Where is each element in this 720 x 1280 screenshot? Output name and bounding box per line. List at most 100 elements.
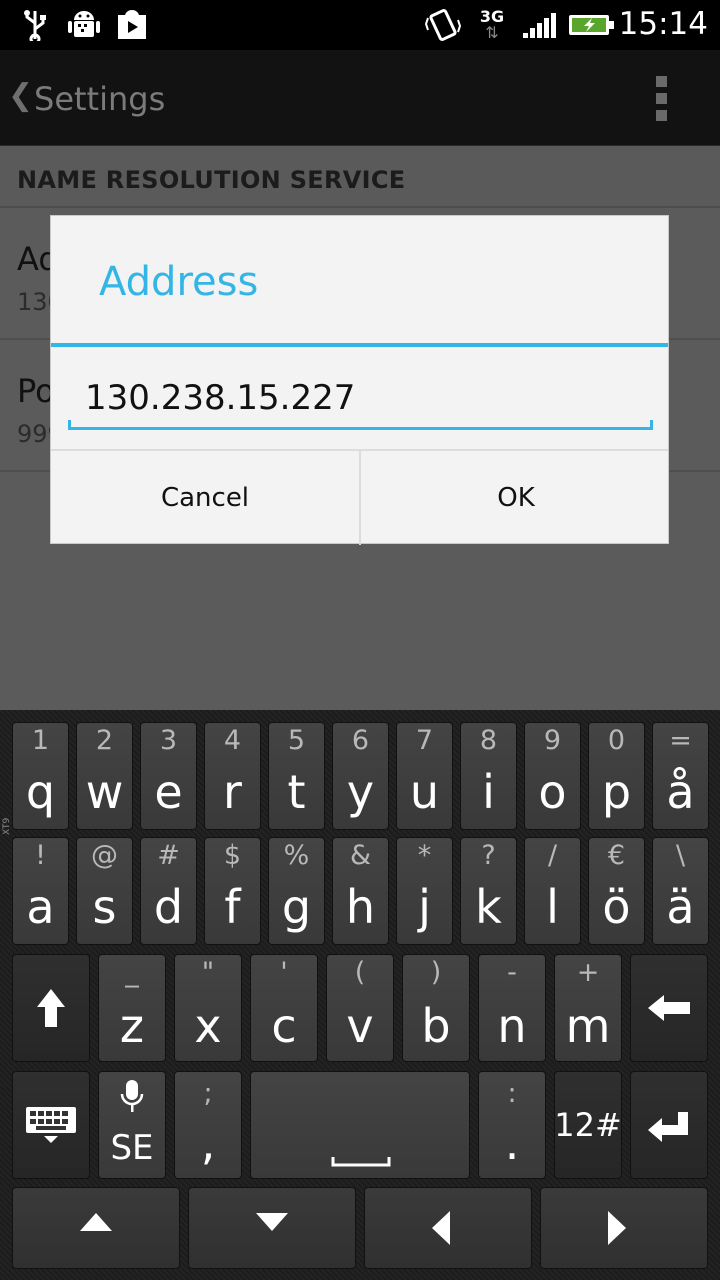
key-primary-label: ö (602, 880, 631, 934)
key-x[interactable]: " x (174, 954, 242, 1062)
key-primary-label: u (409, 765, 440, 819)
key-w[interactable]: 2w (76, 722, 133, 830)
usb-icon (18, 8, 52, 42)
enter-key[interactable] (630, 1071, 708, 1179)
key-secondary-label: 4 (223, 725, 242, 756)
cancel-button[interactable]: Cancel (51, 451, 361, 545)
key-y[interactable]: 6y (332, 722, 389, 830)
arrow-left-icon (365, 1188, 531, 1268)
shift-arrow-icon (13, 955, 89, 1061)
key-primary-label: t (287, 765, 306, 819)
comma-key[interactable]: ;, (174, 1071, 242, 1179)
arrow-down-key[interactable] (188, 1187, 356, 1269)
symbols-key[interactable]: 12# (554, 1071, 622, 1179)
key-l[interactable]: / l (524, 837, 581, 945)
section-header: NAME RESOLUTION SERVICE (0, 146, 720, 208)
key-a[interactable]: ! a (12, 837, 69, 945)
space-bar-icon (331, 1152, 391, 1167)
address-input[interactable]: 130.238.15.227 (68, 366, 653, 430)
key-q[interactable]: 1q (12, 722, 69, 830)
backspace-key[interactable] (630, 954, 708, 1062)
key-primary-label: a (26, 880, 55, 934)
key-u[interactable]: 7u (396, 722, 453, 830)
key-primary-label: s (92, 880, 117, 934)
key-i[interactable]: 8i (460, 722, 517, 830)
key-o[interactable]: 9o (524, 722, 581, 830)
key-n[interactable]: -n (478, 954, 546, 1062)
key-primary-label: j (418, 880, 431, 934)
key-t[interactable]: 5t (268, 722, 325, 830)
key-primary-label: v (346, 999, 374, 1053)
key-secondary-label: 0 (607, 725, 626, 756)
key-e[interactable]: 3e (140, 722, 197, 830)
address-input-value[interactable]: 130.238.15.227 (85, 378, 355, 418)
shift-key[interactable] (12, 954, 90, 1062)
arrow-right-icon (541, 1188, 707, 1268)
key-m[interactable]: + m (554, 954, 622, 1062)
key-s[interactable]: @ s (76, 837, 133, 945)
space-key[interactable] (250, 1071, 470, 1179)
key-j[interactable]: * j (396, 837, 453, 945)
voice-language-key[interactable]: SE (98, 1071, 166, 1179)
key-secondary-label: $ (223, 840, 242, 871)
key-primary-label: h (345, 880, 376, 934)
key-primary-label: o (538, 765, 567, 819)
key-f[interactable]: $ f (204, 837, 261, 945)
key-r[interactable]: 4r (204, 722, 261, 830)
key-primary-label: n (497, 999, 527, 1053)
key-h[interactable]: & h (332, 837, 389, 945)
key-secondary-label: ; (203, 1078, 213, 1109)
key-secondary-label: ' (280, 957, 288, 988)
clock: 15:14 (618, 6, 708, 42)
arrow-right-key[interactable] (540, 1187, 708, 1269)
key-z[interactable]: _ z (98, 954, 166, 1062)
signal-icon (520, 8, 558, 42)
key-primary-label: ä (666, 880, 695, 934)
key-secondary-label: 5 (287, 725, 306, 756)
key-secondary-label: _ (125, 957, 139, 988)
key-secondary-label: 6 (351, 725, 370, 756)
key-g[interactable]: % g (268, 837, 325, 945)
key-primary-label: . (504, 1116, 520, 1170)
key-secondary-label: + (576, 957, 600, 988)
enter-icon (631, 1072, 707, 1178)
key-primary-label: p (601, 765, 632, 819)
key-primary-label: , (200, 1116, 216, 1170)
key-primary-label: e (154, 765, 183, 819)
keyboard-hide-icon (13, 1072, 89, 1178)
key-secondary-label: - (507, 957, 517, 988)
key-c[interactable]: ' c (250, 954, 318, 1062)
key-b[interactable]: ) b (402, 954, 470, 1062)
arrow-down-icon (189, 1188, 355, 1268)
key-ö[interactable]: € ö (588, 837, 645, 945)
key-primary-label: k (475, 880, 502, 934)
action-bar: ❮ Settings (0, 50, 720, 146)
ok-button[interactable]: OK (362, 451, 670, 545)
soft-keyboard: 1 q 2 w 3 e 4 r 5 t 6 y 7 u 8 i 9 o 0 p = å! a @ s # d $ f% g & h * j? k / l… (0, 710, 720, 1280)
key-primary-label: w (85, 765, 124, 819)
overflow-menu-icon[interactable] (656, 76, 670, 122)
dialog-title-divider (51, 343, 668, 347)
key-primary-label: x (194, 999, 222, 1053)
network-3g-icon: 3G ⇅ (479, 7, 505, 42)
arrow-left-key[interactable] (364, 1187, 532, 1269)
key-ä[interactable]: \ ä (652, 837, 709, 945)
key-k[interactable]: ? k (460, 837, 517, 945)
action-bar-title[interactable]: Settings (34, 80, 165, 118)
period-key[interactable]: :. (478, 1071, 546, 1179)
hide-keyboard-key[interactable] (12, 1071, 90, 1179)
key-primary-label: l (546, 880, 559, 934)
key-å[interactable]: = å (652, 722, 709, 830)
key-primary-label: q (25, 765, 56, 819)
key-primary-label: r (223, 765, 242, 819)
arrow-up-icon (13, 1188, 179, 1268)
key-p[interactable]: 0p (588, 722, 645, 830)
dialog-button-row: Cancel OK (51, 449, 668, 545)
key-secondary-label: # (157, 840, 180, 871)
back-chevron-icon[interactable]: ❮ (8, 78, 33, 113)
key-d[interactable]: # d (140, 837, 197, 945)
arrow-up-key[interactable] (12, 1187, 180, 1269)
language-label: SE (110, 1128, 154, 1168)
key-v[interactable]: (v (326, 954, 394, 1062)
battery-charging-icon (568, 8, 616, 42)
